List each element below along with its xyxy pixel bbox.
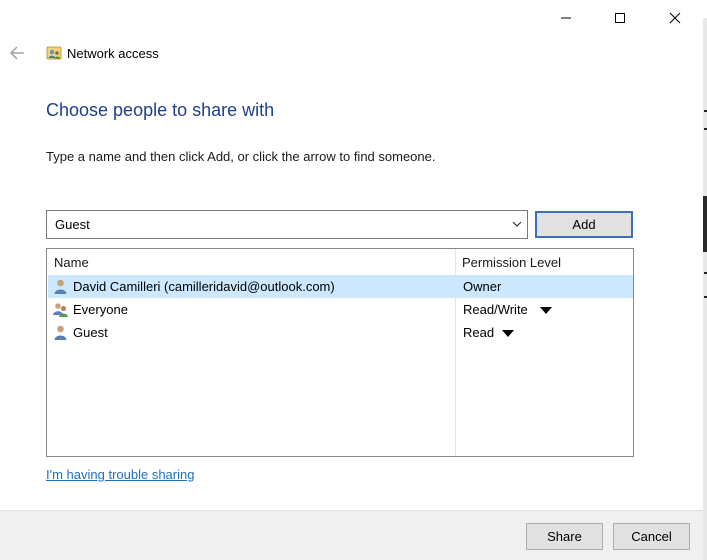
- back-arrow-icon: [9, 46, 24, 60]
- dialog-footer: Share Cancel: [0, 510, 707, 560]
- instruction-text: Type a name and then click Add, or click…: [46, 149, 436, 164]
- list-item-name: David Camilleri (camilleridavid@outlook.…: [73, 279, 335, 294]
- maximize-button[interactable]: [597, 0, 643, 36]
- network-users-icon: [46, 46, 62, 60]
- list-item-permission[interactable]: Read: [463, 325, 494, 340]
- column-header-name[interactable]: Name: [54, 255, 89, 270]
- close-icon: [669, 12, 681, 24]
- list-item-permission[interactable]: Read/Write: [463, 302, 528, 317]
- add-button[interactable]: Add: [535, 211, 633, 238]
- maximize-icon: [615, 13, 625, 23]
- page-heading: Choose people to share with: [46, 100, 275, 120]
- user-icon: [54, 325, 67, 340]
- user-picker-combobox[interactable]: Guest: [46, 210, 528, 239]
- list-item-name: Guest: [73, 325, 108, 340]
- list-item[interactable]: Everyone Read/Write: [48, 298, 633, 321]
- permission-dropdown-icon[interactable]: [502, 330, 514, 337]
- user-icon: [54, 279, 67, 294]
- user-picker-value: Guest: [55, 217, 90, 232]
- column-header-permission[interactable]: Permission Level: [462, 255, 561, 270]
- group-users-icon: [53, 303, 68, 317]
- back-button[interactable]: [6, 42, 28, 64]
- chevron-down-icon[interactable]: [511, 218, 523, 230]
- permission-dropdown-icon[interactable]: [540, 307, 552, 314]
- list-item[interactable]: Guest Read: [48, 321, 633, 344]
- minimize-icon: [561, 17, 571, 19]
- network-access-dialog: Network access Choose people to share wi…: [0, 0, 707, 560]
- list-item-name: Everyone: [73, 302, 128, 317]
- list-header: Name Permission Level: [47, 249, 633, 274]
- sharing-list[interactable]: Name Permission Level David Camilleri (c…: [46, 248, 634, 457]
- share-button[interactable]: Share: [526, 523, 603, 550]
- background-window-edge: [703, 0, 707, 560]
- list-item[interactable]: David Camilleri (camilleridavid@outlook.…: [48, 275, 633, 298]
- minimize-button[interactable]: [543, 0, 589, 36]
- close-button[interactable]: [652, 0, 698, 36]
- cancel-button[interactable]: Cancel: [613, 523, 690, 550]
- trouble-sharing-link[interactable]: I'm having trouble sharing: [46, 467, 194, 482]
- window-title: Network access: [67, 46, 159, 61]
- list-item-permission: Owner: [463, 279, 502, 294]
